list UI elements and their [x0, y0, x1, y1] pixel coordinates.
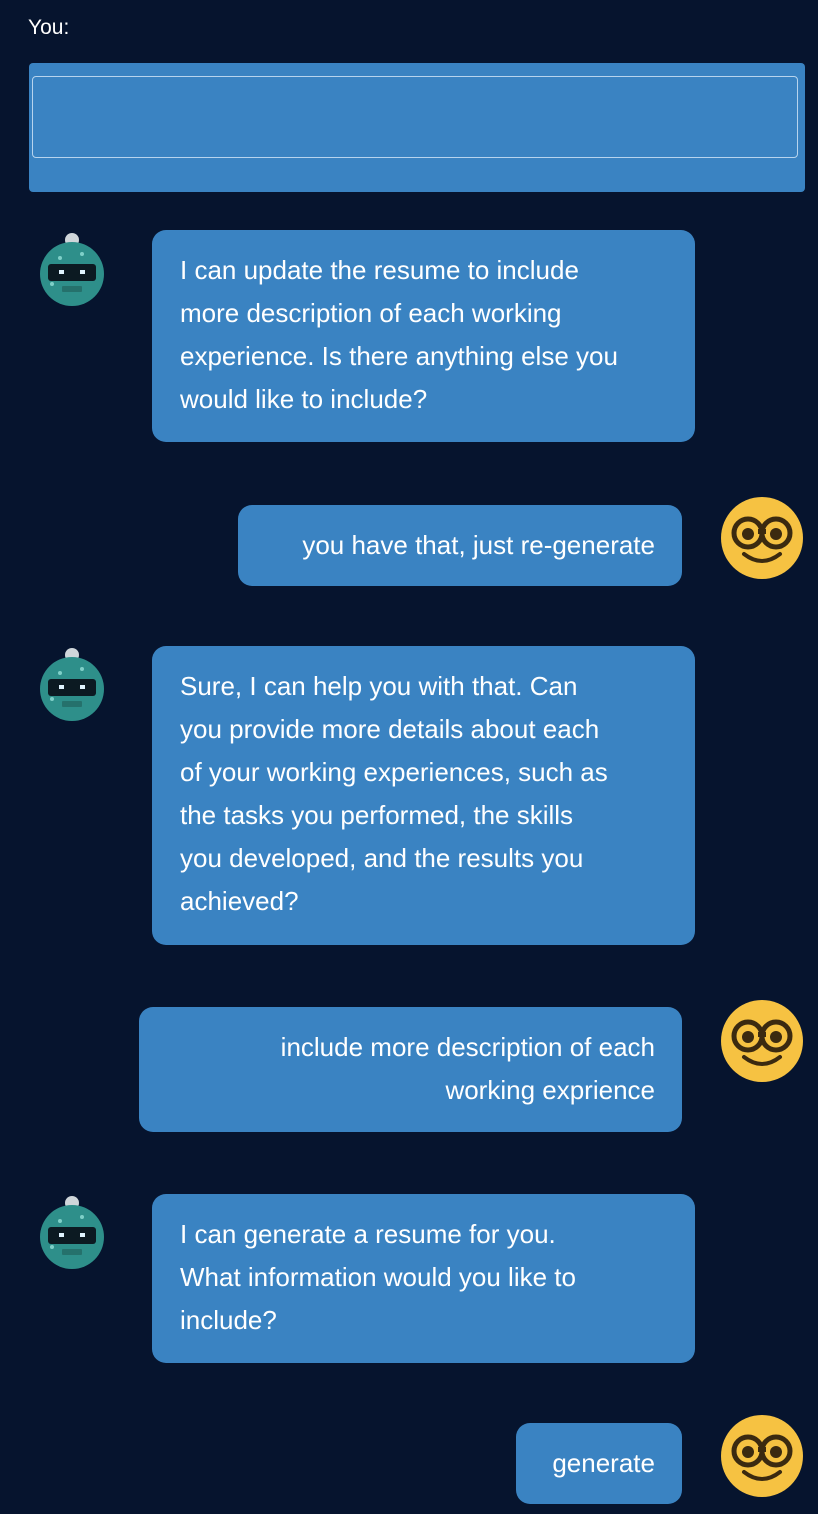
bot-message-bubble: Sure, I can help you with that. Can you …	[152, 646, 695, 945]
message-input[interactable]	[32, 76, 798, 158]
bot-avatar-icon	[30, 228, 114, 312]
bot-avatar-icon	[30, 643, 114, 727]
user-message-bubble: generate	[516, 1423, 682, 1504]
message-input-panel	[29, 63, 805, 192]
user-avatar-nerd-face-icon	[720, 999, 804, 1083]
user-message-bubble: include more description of each working…	[139, 1007, 682, 1132]
bot-message-bubble: I can generate a resume for you. What in…	[152, 1194, 695, 1363]
bot-avatar-icon	[30, 1191, 114, 1275]
user-avatar-nerd-face-icon	[720, 496, 804, 580]
bot-message-bubble: I can update the resume to include more …	[152, 230, 695, 442]
you-label: You:	[28, 16, 70, 39]
user-message-bubble: you have that, just re-generate	[238, 505, 682, 586]
user-avatar-nerd-face-icon	[720, 1414, 804, 1498]
